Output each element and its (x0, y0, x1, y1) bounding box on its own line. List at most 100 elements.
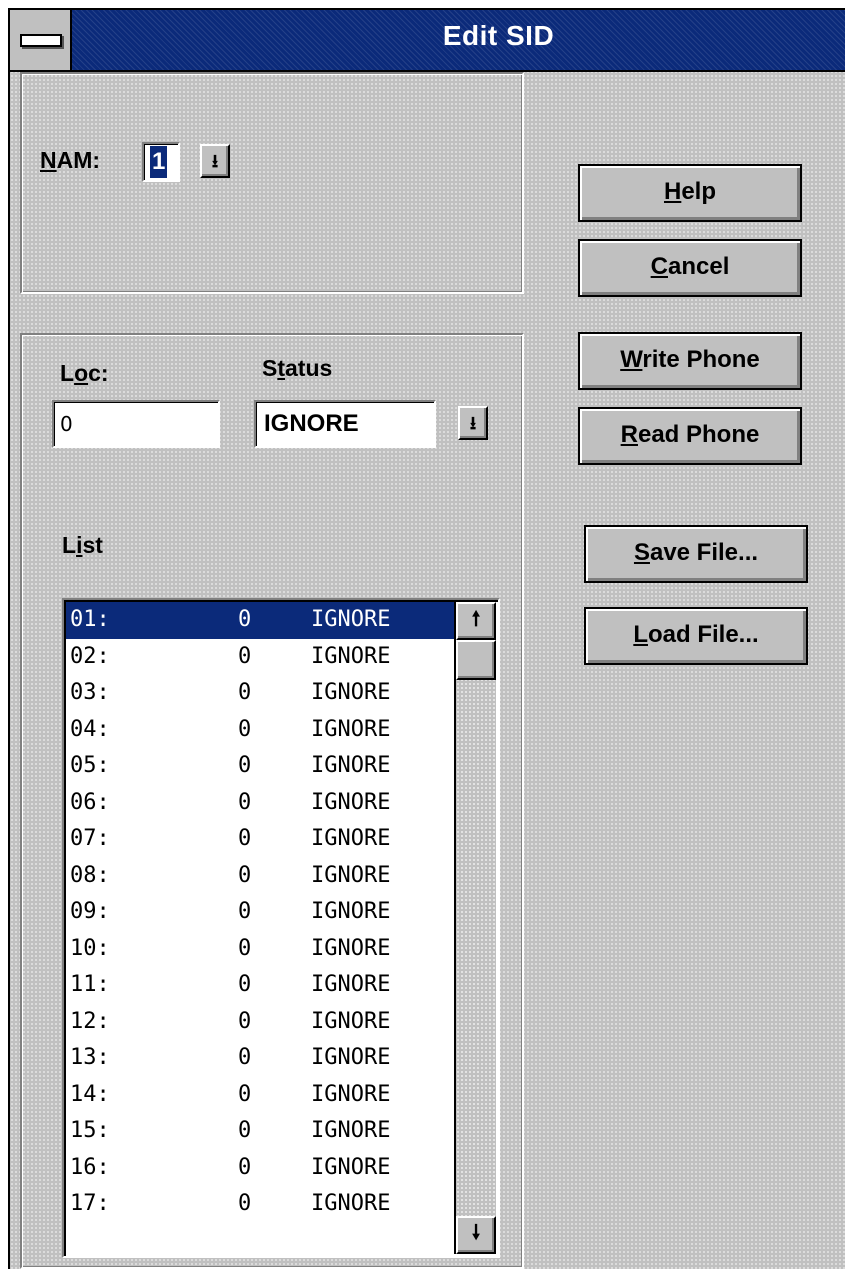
nam-group (20, 72, 524, 294)
loc-value: 0 (60, 412, 73, 436)
list-item[interactable]: 06: 0 IGNORE (66, 785, 456, 822)
down-arrow-icon: ⭳ (469, 413, 477, 433)
nam-label: NAM: (40, 147, 101, 173)
list-item-id: 07: (70, 826, 110, 851)
list-item[interactable]: 09: 0 IGNORE (66, 894, 456, 931)
list-item-status: IGNORE (311, 789, 391, 815)
list-item-status: IGNORE (311, 1008, 391, 1034)
list-item-id: 14: (70, 1081, 110, 1107)
list-item-id: 11: (70, 972, 110, 997)
list-item-loc: 0 (238, 1191, 252, 1216)
list-item-id: 09: (70, 899, 110, 924)
window-title: Edit SID (442, 20, 555, 51)
list-item-status: IGNORE (311, 862, 391, 888)
list-item[interactable]: 10: 0 IGNORE (66, 931, 456, 968)
list-item-id: 01: (70, 607, 110, 632)
list-item-loc: 0 (238, 643, 252, 669)
list-item-id: 12: (70, 1008, 110, 1034)
sid-list-rows: 01: 0 IGNORE 02: 0 IGNORE 03: 0 IGNORE 04: 0 IGNORE… (66, 602, 456, 1223)
up-arrow-icon: 🠕 (471, 608, 481, 630)
list-item[interactable]: 13: 0 IGNORE (66, 1040, 456, 1077)
list-item-loc: 0 (238, 862, 252, 888)
scroll-thumb[interactable] (456, 640, 496, 680)
list-item-loc: 0 (238, 1008, 252, 1034)
list-item-id: 05: (70, 753, 110, 778)
list-item-status: IGNORE (311, 680, 391, 705)
list-item-id: 06: (70, 789, 110, 815)
list-item-id: 13: (70, 1045, 110, 1070)
system-menu-icon[interactable] (10, 10, 72, 70)
read-phone-button[interactable]: Read Phone (578, 407, 802, 465)
nam-field[interactable]: 1 (142, 142, 180, 182)
list-item-status: IGNORE (311, 716, 391, 742)
list-label: List (62, 532, 103, 558)
list-item-id: 03: (70, 680, 110, 705)
list-item-status: IGNORE (311, 1081, 391, 1107)
list-item-id: 08: (70, 862, 110, 888)
scroll-up-button[interactable]: 🠕 (456, 602, 496, 640)
scroll-down-button[interactable]: 🠗 (456, 1216, 496, 1254)
list-item-loc: 0 (238, 1154, 252, 1180)
list-item-loc: 0 (238, 789, 252, 815)
cancel-button[interactable]: Cancel (578, 239, 802, 297)
nam-value: 1 (150, 146, 168, 178)
list-item-status: IGNORE (311, 899, 391, 924)
list-item[interactable]: 07: 0 IGNORE (66, 821, 456, 858)
status-dropdown-button[interactable]: ⭳ (458, 406, 488, 440)
list-item-id: 10: (70, 935, 110, 961)
status-label: Status (262, 355, 333, 381)
save-file-button[interactable]: Save File... (584, 525, 808, 583)
list-item-status: IGNORE (311, 643, 391, 669)
list-item[interactable]: 04: 0 IGNORE (66, 712, 456, 749)
list-item-loc: 0 (238, 972, 252, 997)
down-arrow-icon: 🠗 (471, 1222, 481, 1244)
list-item-loc: 0 (238, 899, 252, 924)
list-item[interactable]: 03: 0 IGNORE (66, 675, 456, 712)
title-bar: Edit SID (10, 10, 845, 72)
edit-sid-dialog: Edit SID NAM: 1 ⭳ Loc: 0 Status IGNORE ⭳… (8, 8, 845, 1269)
loc-input[interactable]: 0 (52, 400, 220, 448)
list-item-loc: 0 (238, 607, 252, 632)
list-item-status: IGNORE (311, 607, 391, 632)
list-item[interactable]: 08: 0 IGNORE (66, 858, 456, 895)
list-item[interactable]: 17: 0 IGNORE (66, 1186, 456, 1223)
list-scrollbar[interactable]: 🠕 🠗 (454, 602, 496, 1254)
list-item[interactable]: 14: 0 IGNORE (66, 1077, 456, 1114)
load-file-button[interactable]: Load File... (584, 607, 808, 665)
list-item-id: 02: (70, 643, 110, 669)
list-item-loc: 0 (238, 935, 252, 961)
list-item[interactable]: 15: 0 IGNORE (66, 1113, 456, 1150)
list-item-loc: 0 (238, 680, 252, 705)
list-item-id: 04: (70, 716, 110, 742)
list-item-loc: 0 (238, 1118, 252, 1143)
list-item-loc: 0 (238, 753, 252, 778)
write-phone-button[interactable]: Write Phone (578, 332, 802, 390)
down-arrow-icon: ⭳ (211, 151, 219, 171)
help-button[interactable]: Help (578, 164, 802, 222)
status-combo[interactable]: IGNORE (254, 400, 436, 448)
list-item[interactable]: 01: 0 IGNORE (66, 602, 456, 639)
list-item-status: IGNORE (311, 1118, 391, 1143)
list-item-status: IGNORE (311, 826, 391, 851)
list-item[interactable]: 02: 0 IGNORE (66, 639, 456, 676)
list-item[interactable]: 11: 0 IGNORE (66, 967, 456, 1004)
status-value: IGNORE (264, 410, 359, 437)
list-item-loc: 0 (238, 1081, 252, 1107)
list-item-status: IGNORE (311, 1045, 391, 1070)
list-item[interactable]: 16: 0 IGNORE (66, 1150, 456, 1187)
list-item-loc: 0 (238, 1045, 252, 1070)
sid-list[interactable]: 01: 0 IGNORE 02: 0 IGNORE 03: 0 IGNORE 04: 0 IGNORE… (62, 598, 500, 1258)
list-item-id: 17: (70, 1191, 110, 1216)
list-item-id: 16: (70, 1154, 110, 1180)
nam-dropdown-button[interactable]: ⭳ (200, 144, 230, 178)
list-item[interactable]: 05: 0 IGNORE (66, 748, 456, 785)
loc-label: Loc: (60, 360, 109, 386)
list-item-status: IGNORE (311, 1191, 391, 1216)
list-item-loc: 0 (238, 826, 252, 851)
list-item-status: IGNORE (311, 972, 391, 997)
list-item-status: IGNORE (311, 1154, 391, 1180)
list-item-loc: 0 (238, 716, 252, 742)
list-item-status: IGNORE (311, 753, 391, 778)
list-item-id: 15: (70, 1118, 110, 1143)
list-item[interactable]: 12: 0 IGNORE (66, 1004, 456, 1041)
